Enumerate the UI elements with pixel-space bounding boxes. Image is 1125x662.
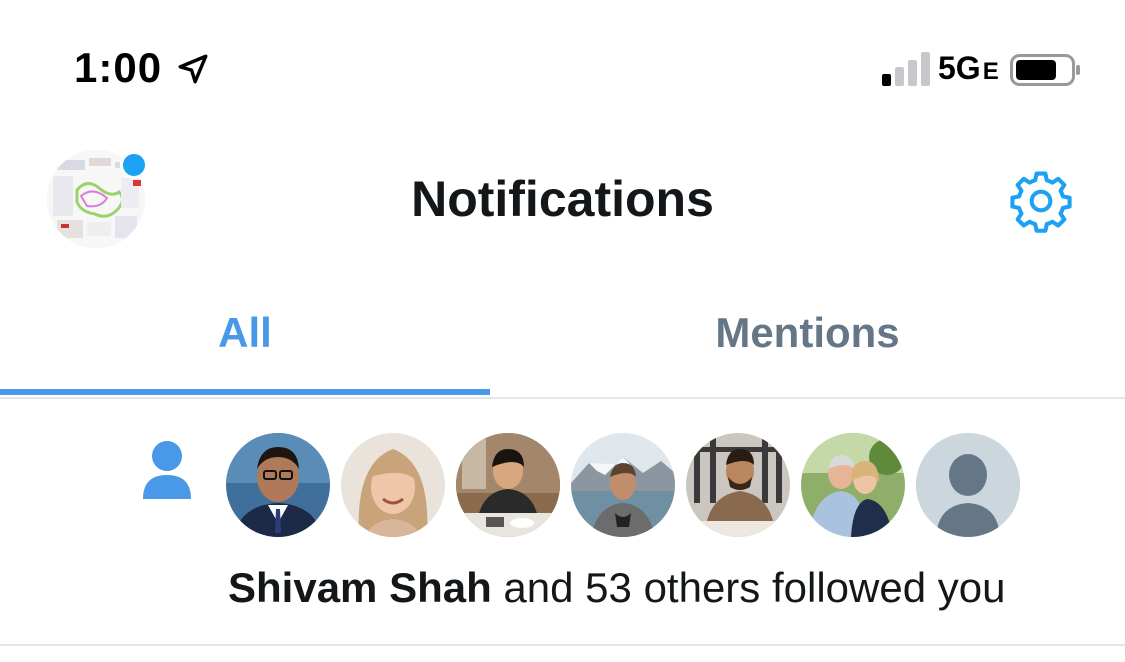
follower-avatar-default[interactable]: [916, 433, 1020, 537]
location-arrow-icon: [178, 54, 208, 84]
app-header: Notifications: [0, 120, 1125, 270]
follower-avatar[interactable]: [341, 433, 445, 537]
notification-text: Shivam Shah and 53 others followed you: [228, 564, 1005, 612]
status-bar: 1:00 5GE: [0, 0, 1125, 120]
notification-tabs: All Mentions: [0, 270, 1125, 399]
follower-avatar[interactable]: [686, 433, 790, 537]
signal-icon: [882, 52, 930, 86]
follow-notification[interactable]: Shivam Shah and 53 others followed you: [0, 399, 1125, 646]
gear-icon[interactable]: [1006, 166, 1076, 236]
follower-avatar[interactable]: [571, 433, 675, 537]
battery-icon: [1010, 54, 1080, 86]
active-tab-indicator: [0, 389, 490, 395]
tab-all[interactable]: All: [0, 270, 490, 395]
network-type: 5G: [938, 50, 981, 86]
notification-rest: and 53 others followed you: [491, 564, 1006, 611]
person-icon: [143, 441, 191, 499]
page-title: Notifications: [411, 171, 714, 227]
network-suffix: E: [982, 58, 999, 85]
network-label: 5GE: [938, 50, 999, 87]
follower-avatar[interactable]: [801, 433, 905, 537]
tab-mentions[interactable]: Mentions: [490, 270, 1125, 395]
follower-avatar[interactable]: [226, 433, 330, 537]
status-time: 1:00: [74, 44, 163, 91]
follower-avatar[interactable]: [456, 433, 560, 537]
follower-name[interactable]: Shivam Shah: [228, 564, 492, 611]
